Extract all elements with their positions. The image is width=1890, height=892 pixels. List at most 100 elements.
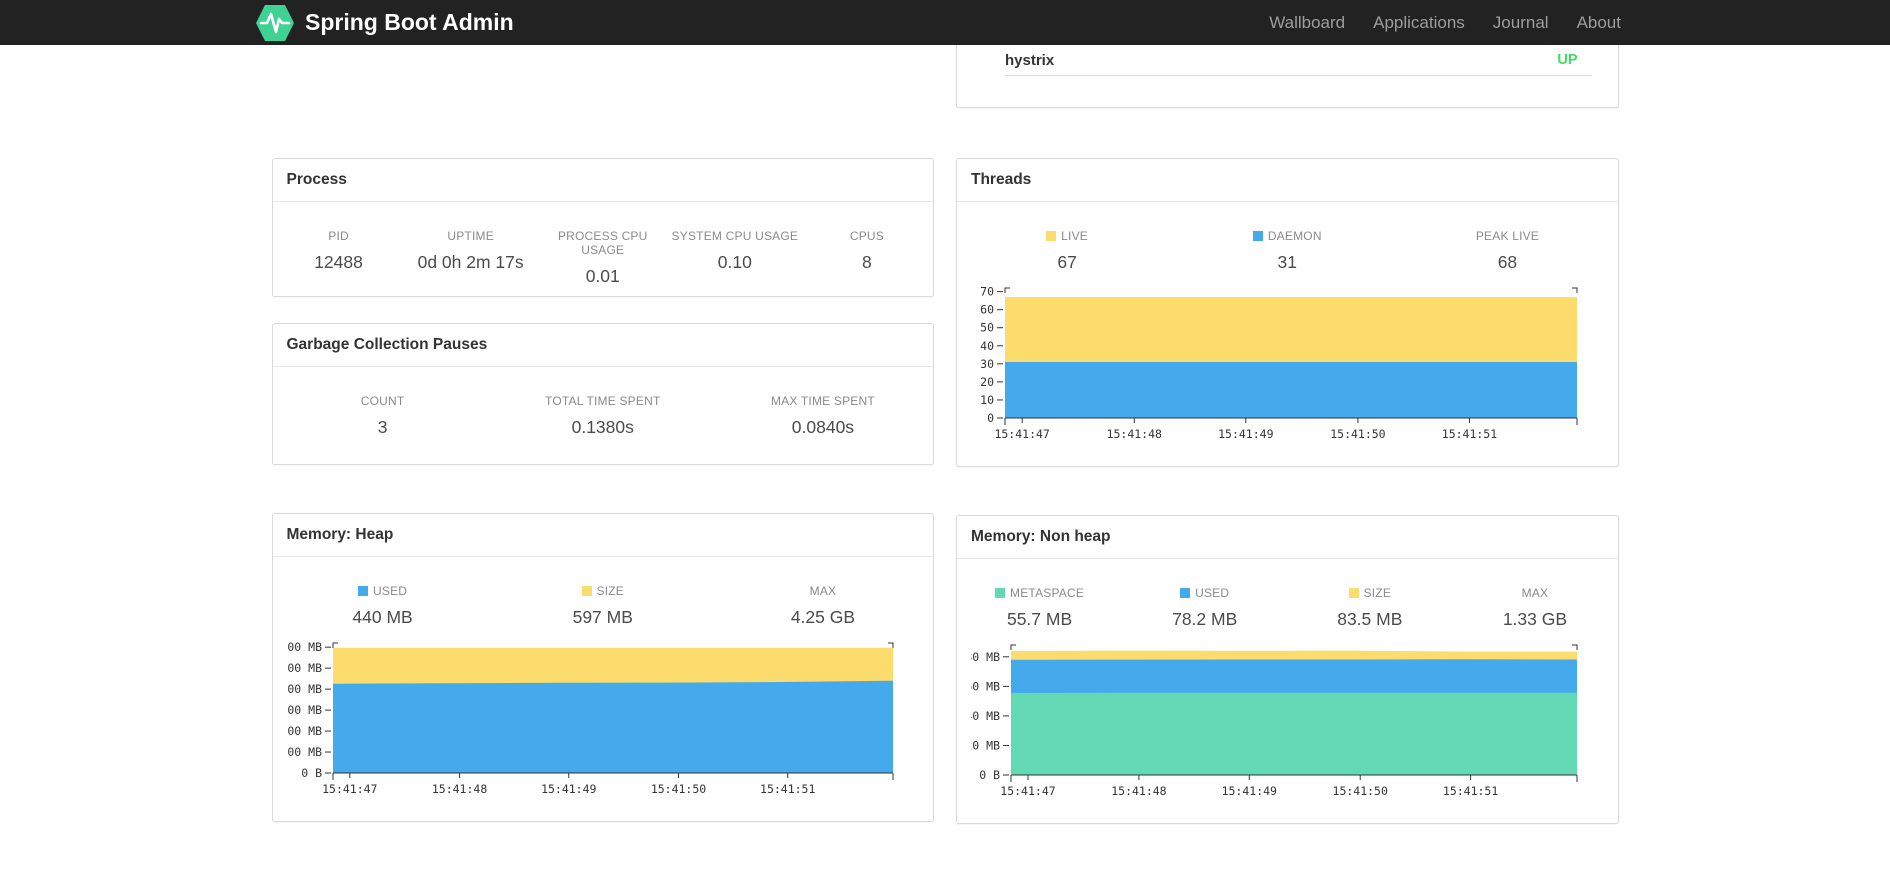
legend-label: DAEMON [1267, 229, 1322, 243]
application-row[interactable]: hystrix UP [957, 45, 1618, 75]
legend-value: 597 MB [572, 607, 633, 627]
right-column: hystrix UP Threads LIVE 67 DAEMON 31 PEA… [956, 45, 1619, 872]
gc-metrics: COUNT 3 TOTAL TIME SPENT 0.1380s MAX TIM… [273, 367, 934, 438]
nav-links: Wallboard Applications Journal About [1255, 0, 1635, 45]
legend-label: LIVE [1061, 229, 1088, 243]
metric-value: 0.01 [585, 266, 620, 286]
nav-item-about[interactable]: About [1563, 0, 1635, 45]
metric-value: 12488 [314, 252, 363, 272]
svg-text:20 MB: 20 MB [971, 738, 1000, 752]
legend-value: 55.7 MB [1006, 609, 1073, 629]
daemon-color-swatch [1252, 231, 1263, 241]
legend-item-peak-live: PEAK LIVE 68 [1397, 229, 1617, 273]
legend-label: USED [373, 584, 408, 598]
left-column: Process PID 12488 UPTIME 0d 0h 2m 17s PR… [271, 45, 934, 872]
legend-value: 440 MB [352, 607, 413, 627]
svg-text:15:41:50: 15:41:50 [651, 782, 706, 796]
svg-text:15:41:49: 15:41:49 [541, 782, 596, 796]
legend-value: 4.25 GB [790, 607, 856, 627]
metric-uptime: UPTIME 0d 0h 2m 17s [405, 229, 537, 287]
svg-text:50: 50 [980, 321, 994, 335]
nav-item-journal[interactable]: Journal [1479, 0, 1563, 45]
legend-value: 31 [1277, 252, 1297, 272]
svg-text:15:41:51: 15:41:51 [1442, 427, 1497, 441]
svg-text:60 MB: 60 MB [971, 679, 1000, 693]
svg-text:15:41:48: 15:41:48 [1111, 784, 1166, 798]
legend-value: 67 [1057, 252, 1077, 272]
threads-legend: LIVE 67 DAEMON 31 PEAK LIVE 68 [957, 202, 1618, 273]
content: Process PID 12488 UPTIME 0d 0h 2m 17s PR… [271, 45, 1619, 872]
gc-card-title: Garbage Collection Pauses [272, 324, 933, 367]
legend-label: METASPACE [1010, 586, 1085, 600]
memory-heap-card: Memory: Heap USED 440 MB SIZE 597 MB MAX… [271, 513, 934, 822]
legend-item-used: USED 440 MB [273, 584, 493, 628]
svg-text:15:41:47: 15:41:47 [322, 782, 377, 796]
metric-value: 3 [377, 417, 388, 437]
spring-boot-admin-logo-icon [256, 5, 294, 41]
application-name: hystrix [1005, 51, 1055, 69]
threads-chart: 15:41:47 15:41:48 15:41:49 15:41:50 15:41:51… [980, 285, 1578, 441]
svg-text:30: 30 [980, 357, 994, 371]
legend-value: 83.5 MB [1337, 609, 1403, 629]
svg-text:15:41:51: 15:41:51 [1443, 784, 1498, 798]
live-color-swatch [1046, 231, 1057, 241]
metric-value: 0.10 [717, 252, 752, 272]
metric-gc-max-time: MAX TIME SPENT 0.0840s [713, 394, 933, 438]
svg-text:15:41:47: 15:41:47 [995, 427, 1050, 441]
memory-heap-card-title: Memory: Heap [272, 514, 933, 557]
brand-link[interactable]: Spring Boot Admin [255, 3, 514, 42]
legend-label: MAX [1521, 586, 1549, 600]
svg-text:70: 70 [980, 285, 994, 299]
legend-item-size: SIZE 597 MB [493, 584, 713, 628]
brand-title: Spring Boot Admin [305, 9, 514, 35]
memory-nonheap-legend: METASPACE 55.7 MB USED 78.2 MB SIZE 83.5… [957, 559, 1618, 630]
process-card: Process PID 12488 UPTIME 0d 0h 2m 17s PR… [271, 158, 934, 297]
status-badge: UP [1557, 52, 1578, 68]
svg-text:15:41:48: 15:41:48 [1107, 427, 1162, 441]
process-card-title: Process [272, 159, 933, 202]
legend-label: PEAK LIVE [1475, 229, 1540, 243]
metric-label: PID [328, 229, 349, 243]
threads-card: Threads LIVE 67 DAEMON 31 PEAK LIVE 68 1… [956, 158, 1619, 467]
metric-value: 0d 0h 2m 17s [417, 252, 524, 272]
metric-value: 0.1380s [571, 417, 634, 437]
svg-text:300 MB: 300 MB [287, 703, 322, 717]
legend-value: 78.2 MB [1172, 609, 1238, 629]
metric-cpus: CPUS 8 [801, 229, 933, 287]
legend-label: SIZE [1363, 586, 1392, 600]
svg-text:15:41:49: 15:41:49 [1218, 427, 1273, 441]
legend-item-metaspace: METASPACE 55.7 MB [957, 586, 1122, 630]
svg-text:10: 10 [980, 393, 994, 407]
svg-text:100 MB: 100 MB [287, 745, 322, 759]
svg-text:40 MB: 40 MB [971, 709, 1000, 723]
memory-nonheap-card: Memory: Non heap METASPACE 55.7 MB USED … [956, 515, 1619, 824]
metric-label: MAX TIME SPENT [770, 394, 875, 408]
metric-label: COUNT [360, 394, 405, 408]
used-color-swatch [358, 586, 369, 596]
svg-text:60: 60 [980, 303, 994, 317]
svg-text:0 B: 0 B [979, 768, 1000, 782]
svg-text:15:41:50: 15:41:50 [1333, 784, 1388, 798]
svg-text:40: 40 [980, 339, 994, 353]
application-status-card: hystrix UP [956, 45, 1619, 108]
legend-item-max: MAX 4.25 GB [713, 584, 933, 628]
svg-text:15:41:50: 15:41:50 [1330, 427, 1385, 441]
nav-item-wallboard[interactable]: Wallboard [1255, 0, 1359, 45]
nav-item-applications[interactable]: Applications [1359, 0, 1479, 45]
metric-label: CPUS [849, 229, 884, 243]
metric-label: SYSTEM CPU USAGE [671, 229, 799, 243]
svg-text:500 MB: 500 MB [287, 661, 322, 675]
legend-item-live: LIVE 67 [957, 229, 1177, 273]
metaspace-color-swatch [995, 588, 1006, 598]
legend-value: 1.33 GB [1502, 609, 1568, 629]
memory-nonheap-card-title: Memory: Non heap [957, 516, 1618, 559]
row-divider [1005, 75, 1592, 76]
metric-pid: PID 12488 [273, 229, 405, 287]
used-color-swatch [1180, 588, 1191, 598]
metric-label: UPTIME [447, 229, 494, 243]
svg-text:15:41:49: 15:41:49 [1222, 784, 1277, 798]
legend-item-daemon: DAEMON 31 [1177, 229, 1397, 273]
memory-heap-chart: 15:41:47 15:41:48 15:41:49 15:41:50 15:41:51… [287, 640, 894, 796]
legend-item-max: MAX 1.33 GB [1452, 586, 1617, 630]
svg-text:15:41:51: 15:41:51 [760, 782, 815, 796]
